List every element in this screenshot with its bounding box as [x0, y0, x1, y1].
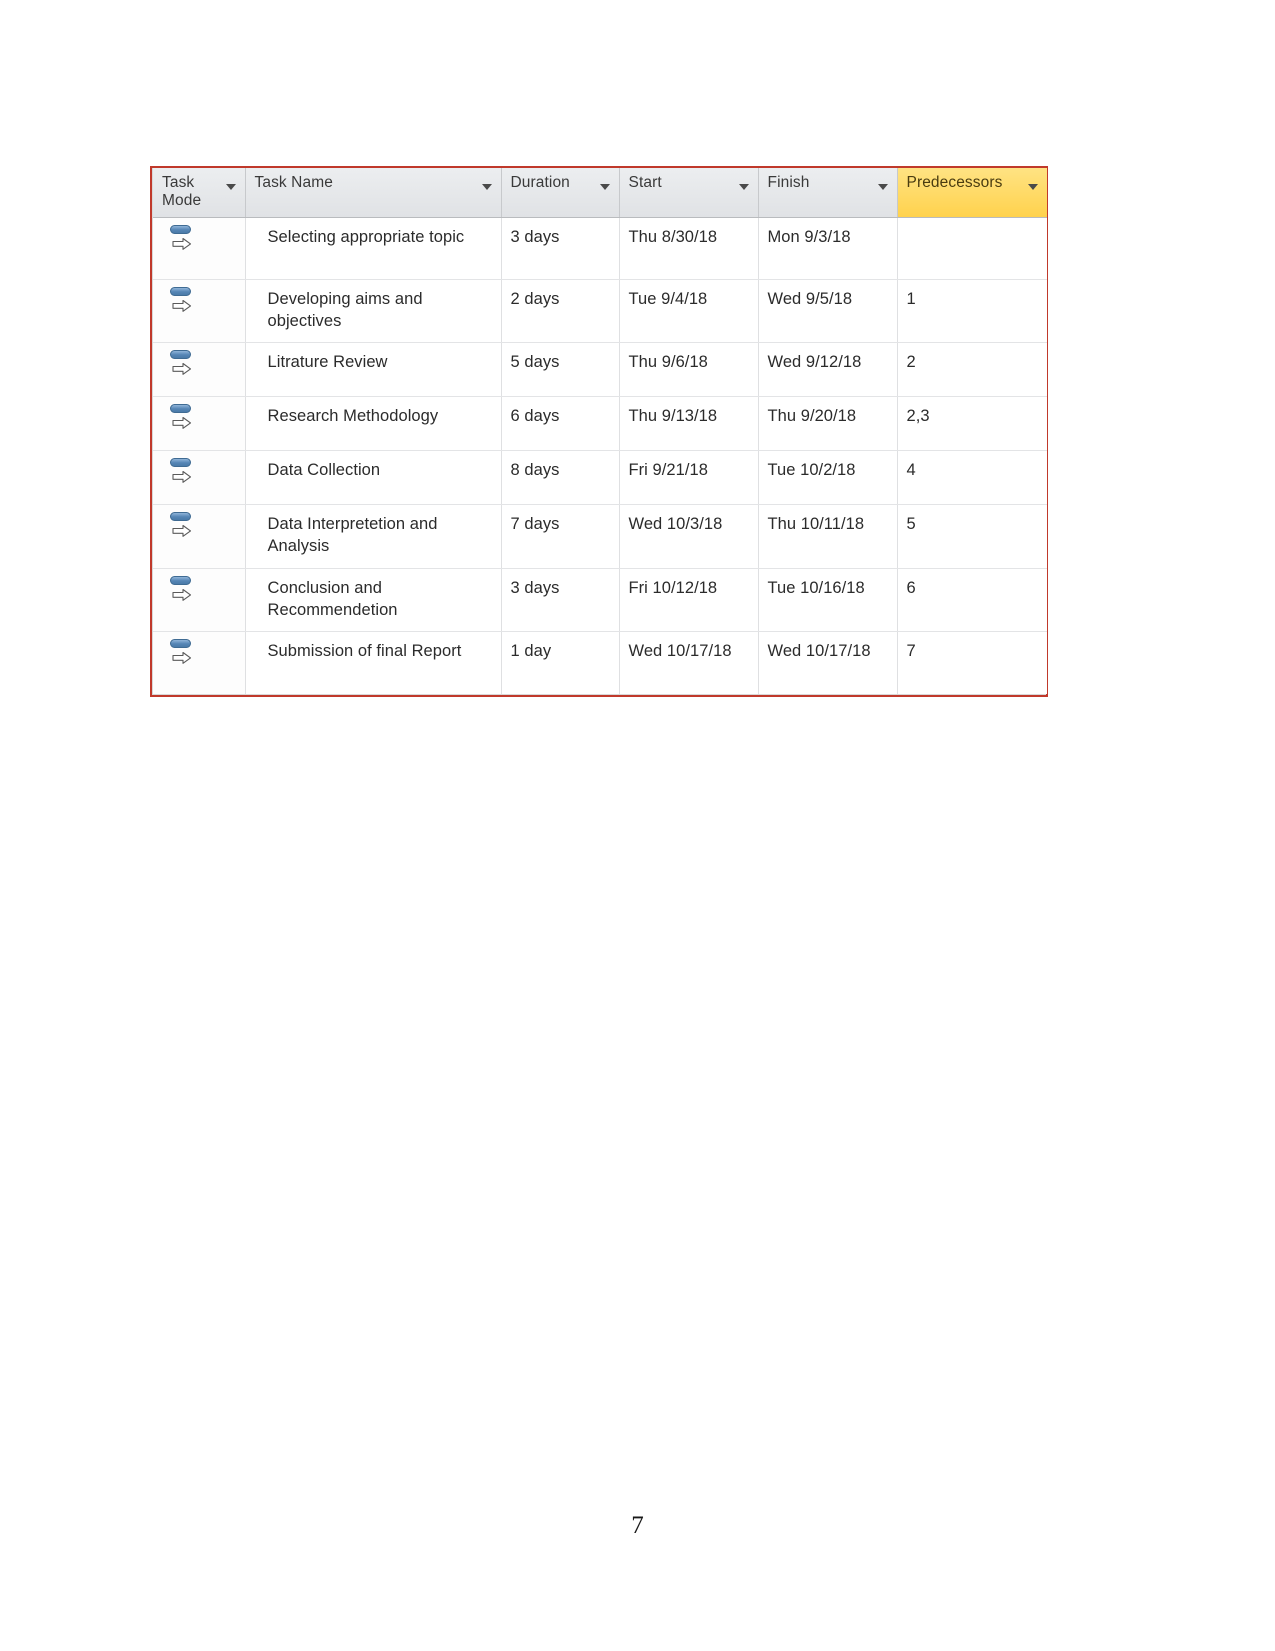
cell-task-mode[interactable] — [153, 279, 246, 344]
table-body: Selecting appropriate topic 3 days Thu 8… — [153, 217, 1047, 694]
filter-dropdown-icon[interactable] — [481, 184, 492, 190]
filter-dropdown-icon[interactable] — [225, 184, 236, 190]
header-row: Task Mode Task Name Duration Start Finis… — [153, 168, 1047, 218]
cell-predecessors: 2 — [897, 342, 1047, 398]
cell-duration: 3 days — [501, 568, 620, 633]
table-row[interactable]: Research Methodology 6 days Thu 9/13/18 … — [153, 396, 1047, 452]
page-number: 7 — [631, 1512, 644, 1539]
cell-start: Wed 10/3/18 — [619, 504, 759, 569]
table-inner-frame: Task Mode Task Name Duration Start Finis… — [152, 168, 1047, 695]
cell-finish: Tue 10/16/18 — [758, 568, 898, 633]
cell-predecessors: 2,3 — [897, 396, 1047, 452]
cell-start: Fri 9/21/18 — [619, 450, 759, 506]
column-header-label: Task Mode — [162, 174, 202, 210]
filter-dropdown-icon[interactable] — [738, 184, 749, 190]
auto-schedule-icon — [169, 286, 195, 312]
cell-start: Thu 8/30/18 — [619, 217, 759, 280]
auto-schedule-icon — [169, 575, 195, 601]
cell-predecessors — [897, 217, 1047, 280]
column-header-label: Start — [628, 174, 662, 191]
column-header-label: Task Name — [254, 174, 333, 191]
table-row[interactable]: Litrature Review 5 days Thu 9/6/18 Wed 9… — [153, 342, 1047, 398]
cell-start: Wed 10/17/18 — [619, 631, 759, 694]
cell-task-name: Developing aims and objectives — [245, 279, 502, 344]
auto-schedule-icon — [169, 511, 195, 537]
cell-task-name: Data Collection — [245, 450, 502, 506]
cell-duration: 6 days — [501, 396, 620, 452]
cell-duration: 8 days — [501, 450, 620, 506]
cell-task-name: Selecting appropriate topic — [245, 217, 502, 280]
cell-finish: Mon 9/3/18 — [758, 217, 898, 280]
cell-start: Tue 9/4/18 — [619, 279, 759, 344]
cell-task-mode[interactable] — [153, 631, 246, 694]
task-grid: Task Mode Task Name Duration Start Finis… — [153, 168, 1047, 694]
cell-duration: 5 days — [501, 342, 620, 398]
cell-task-name: Conclusion and Recommendetion — [245, 568, 502, 633]
auto-schedule-icon — [169, 349, 195, 375]
column-header-finish[interactable]: Finish — [758, 168, 898, 218]
table-row[interactable]: Submission of final Report 1 day Wed 10/… — [153, 631, 1047, 694]
cell-task-mode[interactable] — [153, 450, 246, 506]
cell-task-name: Submission of final Report — [245, 631, 502, 694]
cell-duration: 1 day — [501, 631, 620, 694]
filter-dropdown-icon[interactable] — [1028, 184, 1038, 190]
cell-finish: Thu 10/11/18 — [758, 504, 898, 569]
auto-schedule-icon — [169, 457, 195, 483]
column-header-label: Duration — [510, 174, 570, 191]
auto-schedule-icon — [169, 224, 195, 250]
project-schedule-table: Task Mode Task Name Duration Start Finis… — [150, 166, 1048, 697]
table-row[interactable]: Data Collection 8 days Fri 9/21/18 Tue 1… — [153, 450, 1047, 506]
cell-finish: Wed 9/5/18 — [758, 279, 898, 344]
cell-predecessors: 4 — [897, 450, 1047, 506]
column-header-duration[interactable]: Duration — [501, 168, 620, 218]
cell-predecessors: 7 — [897, 631, 1047, 694]
cell-duration: 3 days — [501, 217, 620, 280]
auto-schedule-icon — [169, 403, 195, 429]
cell-task-mode[interactable] — [153, 217, 246, 280]
table-row[interactable]: Selecting appropriate topic 3 days Thu 8… — [153, 217, 1047, 280]
auto-schedule-icon — [169, 638, 195, 665]
column-header-predecessors[interactable]: Predecessors — [897, 168, 1047, 218]
cell-task-name: Research Methodology — [245, 396, 502, 452]
column-header-label: Finish — [767, 174, 810, 191]
column-header-task-mode[interactable]: Task Mode — [153, 168, 246, 218]
cell-finish: Wed 10/17/18 — [758, 631, 898, 694]
cell-task-mode[interactable] — [153, 568, 246, 633]
cell-task-name: Litrature Review — [245, 342, 502, 398]
cell-predecessors: 1 — [897, 279, 1047, 344]
table-row[interactable]: Data Interpretetion and Analysis 7 days … — [153, 504, 1047, 569]
cell-task-name: Data Interpretetion and Analysis — [245, 504, 502, 569]
column-header-task-name[interactable]: Task Name — [245, 168, 502, 218]
cell-predecessors: 5 — [897, 504, 1047, 569]
cell-duration: 2 days — [501, 279, 620, 344]
cell-start: Thu 9/6/18 — [619, 342, 759, 398]
document-page: Task Mode Task Name Duration Start Finis… — [0, 0, 1275, 1651]
table-row[interactable]: Conclusion and Recommendetion 3 days Fri… — [153, 568, 1047, 633]
cell-start: Fri 10/12/18 — [619, 568, 759, 633]
filter-dropdown-icon[interactable] — [599, 184, 610, 190]
table-row[interactable]: Developing aims and objectives 2 days Tu… — [153, 279, 1047, 344]
cell-finish: Thu 9/20/18 — [758, 396, 898, 452]
cell-duration: 7 days — [501, 504, 620, 569]
cell-task-mode[interactable] — [153, 396, 246, 452]
cell-start: Thu 9/13/18 — [619, 396, 759, 452]
column-header-start[interactable]: Start — [619, 168, 759, 218]
cell-predecessors: 6 — [897, 568, 1047, 633]
column-header-label: Predecessors — [906, 174, 1003, 191]
cell-finish: Wed 9/12/18 — [758, 342, 898, 398]
filter-dropdown-icon[interactable] — [877, 184, 888, 190]
cell-finish: Tue 10/2/18 — [758, 450, 898, 506]
table-header: Task Mode Task Name Duration Start Finis… — [153, 168, 1047, 218]
cell-task-mode[interactable] — [153, 504, 246, 569]
cell-task-mode[interactable] — [153, 342, 246, 398]
